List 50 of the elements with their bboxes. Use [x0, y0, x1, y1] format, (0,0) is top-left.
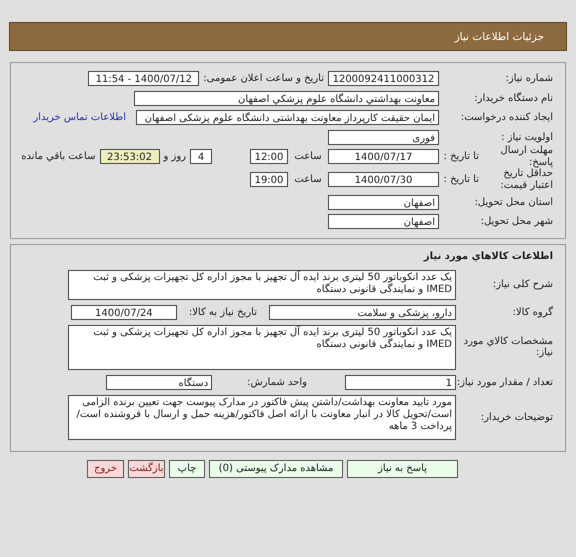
field-label: تاریخ نیاز به کالا: [188, 306, 257, 318]
field-label: تعداد / مقدار مورد نیاز: [456, 376, 554, 388]
buyer-field: معاونت بهداشتي دانشگاه علوم پزشکي اصفهان [134, 90, 439, 106]
city-field: اصفهان [328, 214, 439, 230]
validity-time-field: 19:00 [250, 172, 288, 187]
field-label: نام دستگاه خریدار: [473, 92, 554, 104]
goods-group-field: دارو، پزشکی و سلامت [269, 304, 456, 320]
field-label: تاریخ و ساعت اعلان عمومی: [203, 73, 324, 84]
field-label: واحد شمارش: [247, 376, 307, 388]
buyer-notes-field: مورد تایید معاونت بهداشت/داشتن پیش فاکتور در مدارک پیوست جهت تعیین برنده الزامی است/تحویل کالا در انبار معاونت با ارائه اصل فاکتور/هزینه حمل و ارسال با فروشنده است/ پرداخت 3 ماهه [68, 394, 456, 440]
buyer-contact-link[interactable]: اطلاعات تماس خریدار [33, 112, 126, 124]
form-button[interactable]: چاپ [169, 460, 205, 478]
field-label: استان محل تحویل: [474, 196, 554, 208]
form-button[interactable]: مشاهده مدارک پیوستی (0) [209, 460, 343, 478]
quantity-field: 1 [345, 374, 456, 390]
field-label: ایجاد کننده درخواست: [460, 112, 554, 124]
validity-date-field: 1400/07/30 [328, 172, 439, 187]
field-label: شهر محل تحویل: [480, 216, 554, 228]
form-button[interactable]: پاسخ به نیاز [347, 460, 458, 478]
field-label: گروه کالا: [512, 306, 554, 318]
field-label: تا تاریخ : [442, 151, 479, 162]
form-button[interactable]: خروج [87, 460, 124, 478]
remaining-time-field: 23:53:02 [100, 149, 160, 164]
field-label: روز و [164, 151, 186, 162]
deadline-time-field: 12:00 [250, 149, 288, 164]
creator-field: ایمان حقیقت کارپرداز معاونت بهداشتی دانشگاه علوم پزشکی اصفهان [136, 110, 439, 126]
need-number-field: 1200092411000312 [328, 71, 439, 86]
deadline-date-field: 1400/07/17 [328, 149, 439, 164]
field-label: شماره نیاز: [504, 73, 554, 84]
field-label: مشخصات کالاي مورد نياز: [462, 336, 554, 358]
unit-field: دستگاه [106, 374, 212, 390]
announce-date-field: 1400/07/12 - 11:54 [88, 71, 200, 86]
days-field: 4 [190, 149, 212, 164]
form-button[interactable]: بازگشت [128, 460, 165, 478]
field-label: ساعت [293, 174, 323, 185]
summary-field: یک عدد انکوباتور 50 لیتری برند ایده آل تجهیز با مجوز اداره کل تجهیزات پزشکی و ثبت IMED و نمایندگی قانونی دستگاه [68, 270, 456, 300]
priority-field: فوری [328, 130, 439, 145]
section-title: اطلاعات کالاهاي مورد نياز [422, 250, 553, 262]
specs-field: یک عدد انکوباتور 50 لیتری برند ایده آل تجهیز با مجوز اداره کل تجهیزات پزشکی و ثبت IMED و نمایندگی قانونی دستگاه [68, 324, 456, 370]
field-label: مهلت ارسال پاسخ: [499, 145, 554, 168]
need-date-field: 1400/07/24 [70, 304, 177, 320]
field-label: تا تاریخ : [442, 174, 479, 185]
page-title: جزئیات اطلاعات نیاز [454, 30, 544, 42]
field-label: توضیحات خریدار: [480, 412, 554, 422]
field-label: حداقل تاریخ اعتبار قیمت: [499, 168, 554, 191]
field-label: ساعت [293, 151, 323, 162]
field-label: ساعت باقي مانده [21, 151, 96, 162]
province-field: اصفهان [328, 194, 439, 210]
field-label: اولویت نیاز : [500, 132, 554, 143]
field-label: شرح کلی نیاز: [492, 279, 554, 290]
